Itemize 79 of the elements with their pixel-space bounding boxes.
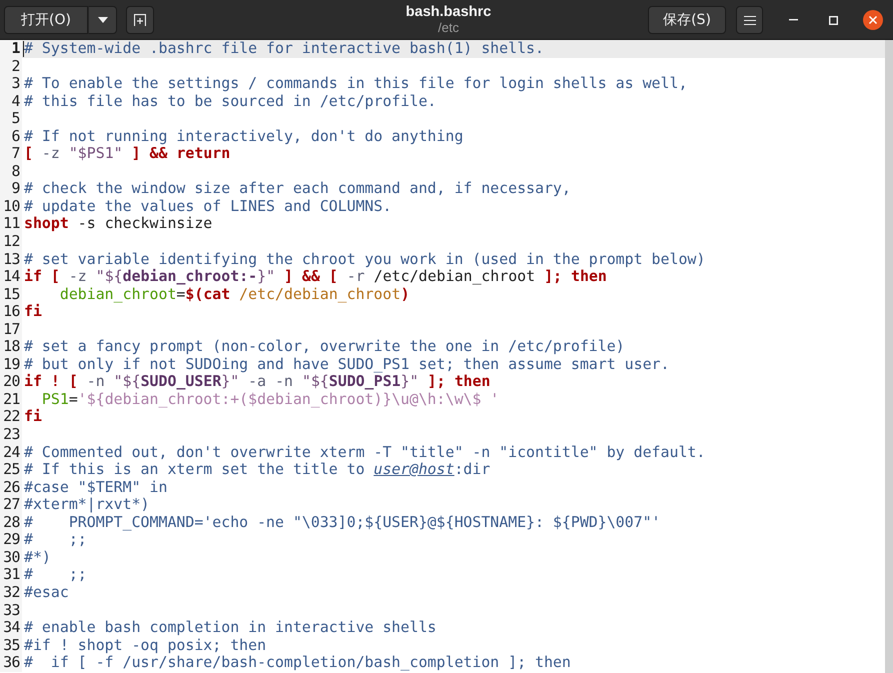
line-number: 21 bbox=[0, 390, 22, 408]
code-line: # set variable identifying the chroot you work in (used in the prompt below) bbox=[24, 250, 706, 268]
window-title: bash.bashrc bbox=[406, 4, 492, 21]
line-number: 1 bbox=[0, 40, 22, 58]
scrollbar[interactable] bbox=[885, 40, 893, 673]
menu-button[interactable] bbox=[736, 6, 763, 34]
code-line: #if ! shopt -oq posix; then bbox=[24, 636, 266, 654]
code-line: # enable bash completion in interactive shells bbox=[24, 619, 436, 637]
code-line: debian_chroot=$(cat /etc/debian_chroot) bbox=[58, 286, 410, 304]
line-number: 4 bbox=[0, 92, 22, 110]
line-number: 35 bbox=[0, 636, 22, 654]
line-number: 29 bbox=[0, 531, 22, 549]
line-number: 34 bbox=[0, 619, 22, 637]
line-number: 9 bbox=[0, 180, 22, 198]
line-number: 22 bbox=[0, 408, 22, 426]
caret-down-icon bbox=[98, 17, 108, 23]
code-line: # if [ -f /usr/share/bash-completion/bash_completion ]; then bbox=[24, 654, 571, 672]
line-number: 2 bbox=[0, 58, 22, 76]
code-line: # Commented out, don't overwrite xterm -T "title" -n "icontitle" by default. bbox=[24, 444, 706, 462]
line-number: 36 bbox=[0, 654, 22, 672]
line-number: 15 bbox=[0, 286, 22, 304]
code-line: # check the window size after each command and, if necessary, bbox=[24, 180, 571, 198]
line-number: 23 bbox=[0, 426, 22, 444]
line-number: 19 bbox=[0, 356, 22, 374]
line-number: 11 bbox=[0, 215, 22, 234]
code-line: # If this is an xterm set the title to user@host:dir bbox=[24, 461, 490, 479]
code-line: fi bbox=[24, 303, 42, 321]
file-path: /etc bbox=[438, 20, 459, 36]
code-line: # System-wide .bashrc file for interactive bash(1) shells. bbox=[24, 40, 544, 58]
code-line: if [ -z "${debian_chroot:-}" ] && [ -r /etc/debian_chroot ]; then bbox=[24, 268, 607, 286]
code-line: # ;; bbox=[24, 566, 87, 584]
line-number: 5 bbox=[0, 110, 22, 128]
line-number: 25 bbox=[0, 461, 22, 479]
line-number: 7 bbox=[0, 145, 22, 163]
code-line: # but only if not SUDOing and have SUDO_PS1 set; then assume smart user. bbox=[24, 356, 670, 374]
code-line: [ -z "$PS1" ] && return bbox=[24, 145, 230, 163]
code-line: fi bbox=[24, 408, 42, 426]
line-number: 12 bbox=[0, 233, 22, 251]
code-line: #case "$TERM" in bbox=[24, 478, 168, 496]
code-line: # If not running interactively, don't do anything bbox=[24, 128, 464, 146]
line-number: 27 bbox=[0, 496, 22, 514]
line-number: 26 bbox=[0, 478, 22, 496]
line-number: 31 bbox=[0, 566, 22, 584]
code-line: shopt -s checkwinsize bbox=[24, 215, 212, 234]
code-line: # this file has to be sourced in /etc/profile. bbox=[24, 92, 436, 110]
line-number: 14 bbox=[0, 268, 22, 286]
new-tab-button[interactable] bbox=[126, 6, 154, 34]
open-menu-button[interactable] bbox=[88, 6, 117, 34]
code-line: # To enable the settings / commands in this file for login shells as well, bbox=[24, 75, 688, 93]
code-line: # ;; bbox=[24, 531, 87, 549]
line-number: 32 bbox=[0, 584, 22, 602]
code-line: if ! [ -n "${SUDO_USER}" -a -n "${SUDO_PS1}" ]; then bbox=[24, 373, 490, 391]
line-number: 28 bbox=[0, 514, 22, 532]
code-line: #esac bbox=[24, 584, 69, 602]
line-number: 10 bbox=[0, 198, 22, 216]
minimize-icon bbox=[788, 19, 798, 21]
code-line: # update the values of LINES and COLUMNS. bbox=[24, 198, 392, 216]
close-icon bbox=[863, 10, 883, 30]
code-line: #*) bbox=[24, 548, 51, 566]
plus-box-icon bbox=[134, 14, 146, 26]
open-button[interactable]: 打开(O) bbox=[4, 6, 88, 34]
line-number: 20 bbox=[0, 373, 22, 391]
maximize-icon bbox=[828, 16, 838, 24]
line-number: 33 bbox=[0, 602, 22, 620]
line-number: 17 bbox=[0, 320, 22, 338]
line-number: 18 bbox=[0, 338, 22, 356]
line-number: 8 bbox=[0, 162, 22, 180]
code-line: # PROMPT_COMMAND='echo -ne "\033]0;${USER}@${HOSTNAME}: ${PWD}\007"' bbox=[24, 514, 661, 532]
code-line: PS1='${debian_chroot:+($debian_chroot)}\u@\h:\w\$ ' bbox=[42, 390, 500, 408]
code-line: # set a fancy prompt (non-color, overwrite the one in /etc/profile) bbox=[24, 338, 625, 356]
line-number: 6 bbox=[0, 128, 22, 146]
line-number: 24 bbox=[0, 444, 22, 462]
line-number: 13 bbox=[0, 250, 22, 268]
menu-icon bbox=[744, 16, 756, 24]
code-line: #xterm*|rxvt*) bbox=[24, 496, 150, 514]
line-number: 30 bbox=[0, 548, 22, 566]
line-number: 16 bbox=[0, 303, 22, 321]
save-button[interactable]: 保存(S) bbox=[648, 6, 726, 34]
line-number: 3 bbox=[0, 75, 22, 93]
